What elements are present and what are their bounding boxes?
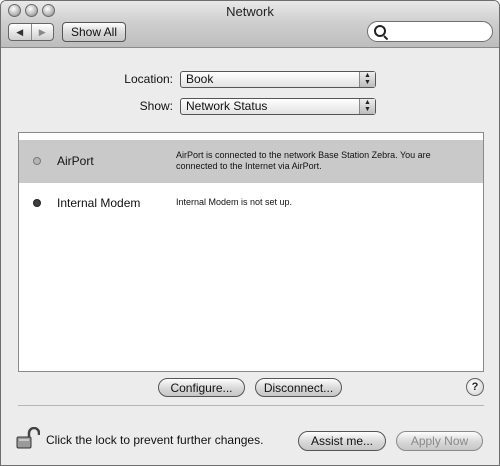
- status-row-airport[interactable]: AirPort AirPort is connected to the netw…: [19, 140, 483, 183]
- assist-me-button[interactable]: Assist me...: [298, 431, 386, 451]
- location-label: Location:: [124, 72, 173, 86]
- status-row-name: Internal Modem: [57, 196, 141, 210]
- popup-arrows-icon: ▲ ▼: [359, 99, 375, 114]
- search-icon: [374, 25, 386, 37]
- location-value: Book: [186, 72, 214, 86]
- lock-status-text: Click the lock to prevent further change…: [46, 433, 264, 447]
- back-button[interactable]: ◀: [9, 24, 31, 40]
- apply-now-button[interactable]: Apply Now: [396, 431, 483, 451]
- status-indicator-icon: [33, 157, 41, 165]
- show-value: Network Status: [186, 99, 268, 113]
- network-status-list: AirPort AirPort is connected to the netw…: [18, 132, 484, 372]
- forward-button[interactable]: ▶: [30, 24, 54, 40]
- status-row-description: AirPort is connected to the network Base…: [176, 150, 431, 171]
- help-button[interactable]: ?: [466, 378, 484, 396]
- window-title: Network: [226, 4, 274, 19]
- configure-button[interactable]: Configure...: [158, 378, 245, 397]
- status-row-name: AirPort: [57, 154, 94, 168]
- location-popup[interactable]: Book ▲ ▼: [180, 71, 376, 88]
- show-all-button[interactable]: Show All: [62, 22, 126, 42]
- status-row-internal-modem[interactable]: Internal Modem Internal Modem is not set…: [19, 183, 483, 223]
- network-preferences-window: Network ◀ ▶ Show All Location: Book ▲ ▼ S…: [0, 0, 500, 466]
- status-indicator-icon: [33, 199, 41, 207]
- back-forward-control: ◀ ▶: [8, 23, 54, 41]
- status-row-description: Internal Modem is not set up.: [176, 197, 293, 207]
- lock-icon[interactable]: [16, 427, 40, 449]
- title-bar: Network ◀ ▶ Show All: [1, 1, 499, 48]
- show-popup[interactable]: Network Status ▲ ▼: [180, 98, 376, 115]
- popup-arrows-icon: ▲ ▼: [359, 72, 375, 87]
- disconnect-button[interactable]: Disconnect...: [255, 378, 342, 397]
- divider: [18, 405, 484, 406]
- search-field[interactable]: [367, 21, 493, 42]
- show-label: Show:: [139, 99, 173, 113]
